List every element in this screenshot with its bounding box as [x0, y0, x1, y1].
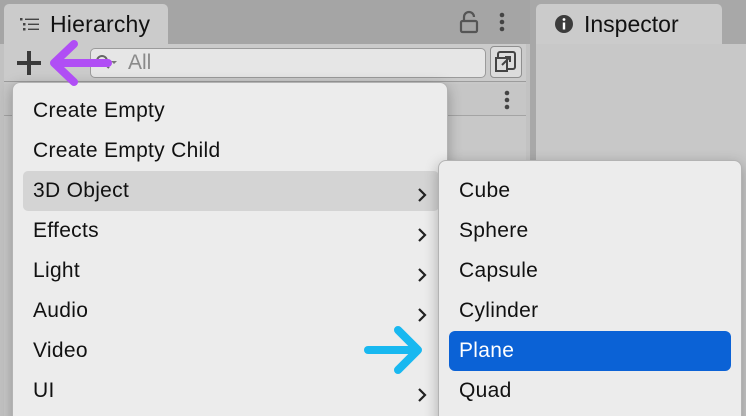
tab-inspector[interactable]: Inspector	[536, 4, 722, 44]
chevron-right-icon	[417, 224, 427, 242]
submenu-item-label: Quad	[459, 379, 512, 402]
chevron-right-icon	[417, 304, 427, 322]
submenu-item-cylinder[interactable]: Cylinder	[449, 291, 731, 331]
arrow-icon	[46, 36, 112, 90]
chevron-right-icon	[417, 264, 427, 282]
submenu-item-label: Cylinder	[459, 299, 539, 322]
chevron-right-icon	[417, 184, 427, 202]
plus-icon[interactable]	[14, 48, 44, 78]
menu-item-label: Create Empty	[33, 99, 165, 122]
hierarchy-tab-label: Hierarchy	[50, 10, 151, 37]
menu-item-label: 3D Object	[33, 179, 130, 202]
submenu-3d-object: Cube Sphere Capsule Cylinder Plane Quad	[438, 160, 742, 416]
menu-item-label: Audio	[33, 299, 89, 322]
arrow-icon	[364, 322, 426, 378]
submenu-item-label: Plane	[459, 339, 515, 362]
kebab-icon[interactable]	[503, 89, 511, 113]
chevron-right-icon	[417, 384, 427, 402]
menu-item-label: Light	[33, 259, 81, 282]
list-icon	[20, 16, 40, 32]
submenu-item-cube[interactable]: Cube	[449, 171, 731, 211]
info-icon	[554, 14, 574, 34]
menu-item-create-empty[interactable]: Create Empty	[23, 91, 439, 131]
menu-item-3d-object[interactable]: 3D Object	[23, 171, 439, 211]
kebab-icon[interactable]	[498, 11, 506, 35]
menu-item-label: UI	[33, 379, 55, 402]
submenu-item-capsule[interactable]: Capsule	[449, 251, 731, 291]
submenu-item-quad[interactable]: Quad	[449, 371, 731, 411]
menu-item-label: Video	[33, 339, 88, 362]
scene-view-icon[interactable]	[490, 46, 522, 78]
submenu-item-sphere[interactable]: Sphere	[449, 211, 731, 251]
menu-item-effects[interactable]: Effects	[23, 211, 439, 251]
menu-item-create-empty-child[interactable]: Create Empty Child	[23, 131, 439, 171]
submenu-item-plane[interactable]: Plane	[449, 331, 731, 371]
submenu-item-label: Sphere	[459, 219, 529, 242]
menu-item-label: Effects	[33, 219, 99, 242]
menu-item-label: Create Empty Child	[33, 139, 221, 162]
submenu-item-label: Capsule	[459, 259, 539, 282]
lock-icon[interactable]	[458, 10, 480, 34]
submenu-item-label: Cube	[459, 179, 511, 202]
menu-item-light[interactable]: Light	[23, 251, 439, 291]
inspector-tab-label: Inspector	[584, 10, 679, 37]
search-placeholder: All	[128, 51, 152, 74]
